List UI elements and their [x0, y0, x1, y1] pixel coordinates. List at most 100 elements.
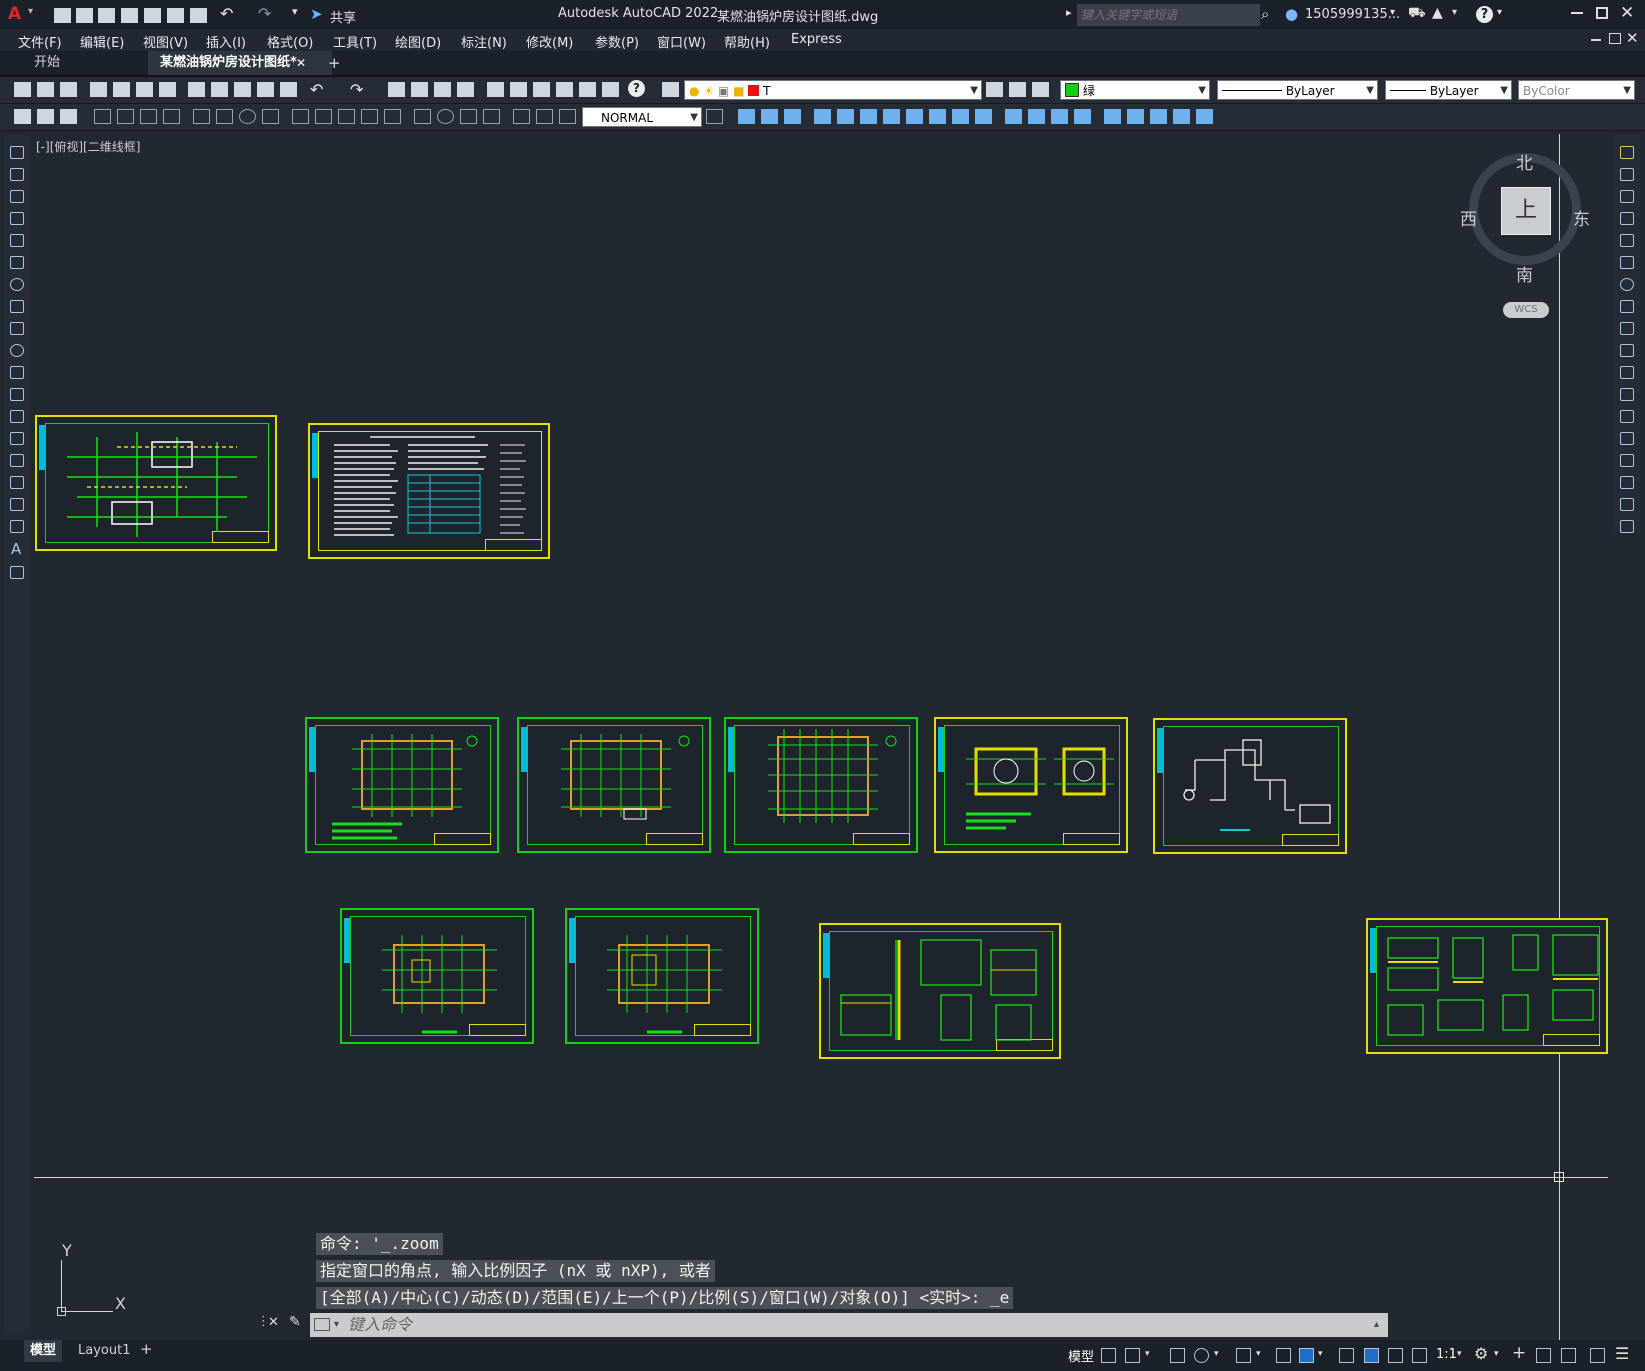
menu-express[interactable]: Express: [791, 32, 842, 47]
zoom-previous-icon[interactable]: [457, 82, 474, 97]
array-side-icon[interactable]: [1620, 234, 1634, 247]
publish-toolbar-icon[interactable]: [136, 82, 153, 97]
menu-file[interactable]: 文件(F): [18, 32, 62, 51]
diameter-icon[interactable]: [239, 109, 256, 124]
doc-restore-icon[interactable]: [1609, 33, 1621, 44]
help-toolbar-icon[interactable]: ?: [628, 80, 645, 97]
app-menu-chevron-icon[interactable]: ▾: [28, 6, 33, 17]
menu-view[interactable]: 视图(V): [143, 32, 188, 51]
menu-parametric[interactable]: 参数(P): [595, 32, 639, 51]
workspace-gear-icon[interactable]: ⚙: [1474, 1344, 1488, 1363]
linetype-dropdown[interactable]: ByLayer ▼: [1217, 80, 1378, 100]
trim-side-icon[interactable]: [1620, 344, 1634, 357]
command-close-icon[interactable]: ✕: [268, 1315, 279, 1330]
print-icon[interactable]: [190, 8, 207, 23]
search-expand-icon[interactable]: ▸: [1066, 6, 1072, 19]
viewcube-top-face[interactable]: 上: [1501, 187, 1551, 235]
join-icon[interactable]: [1028, 109, 1045, 124]
join-side-icon[interactable]: [1620, 432, 1634, 445]
copy-side-icon[interactable]: [1620, 168, 1634, 181]
open-file-icon[interactable]: [76, 8, 93, 23]
doc-minimize-icon[interactable]: [1591, 39, 1601, 41]
gradient-icon[interactable]: [10, 476, 24, 489]
save-icon[interactable]: [98, 8, 115, 23]
menu-format[interactable]: 格式(O): [267, 32, 313, 51]
fillet-icon[interactable]: [1074, 109, 1091, 124]
multiline-text-icon[interactable]: A: [11, 540, 21, 558]
hatchedit-icon[interactable]: [1173, 109, 1190, 124]
explode-icon[interactable]: [1104, 109, 1121, 124]
pan-icon[interactable]: [388, 82, 405, 97]
annotation-scale-icon[interactable]: [1412, 1348, 1427, 1363]
trim-icon[interactable]: [952, 109, 969, 124]
share-icon[interactable]: ➤: [310, 5, 323, 23]
lineweight-dropdown[interactable]: ByLayer ▼: [1385, 80, 1512, 100]
viewport-controls[interactable]: [-][俯视][二维线框]: [36, 138, 140, 155]
arc-icon[interactable]: [10, 256, 24, 269]
search-icon[interactable]: ⌕: [1261, 5, 1269, 23]
quick-dimension-icon[interactable]: [292, 109, 309, 124]
undo-icon[interactable]: ↶: [220, 4, 233, 23]
array-icon[interactable]: [837, 109, 854, 124]
preview-icon[interactable]: [113, 82, 130, 97]
point-icon[interactable]: [10, 432, 24, 445]
viewcube-east-label[interactable]: 东: [1573, 205, 1590, 230]
osnap-chevron-icon[interactable]: ▾: [1318, 1349, 1323, 1359]
dim-edit-icon[interactable]: [513, 109, 530, 124]
redo-toolbar-icon[interactable]: ↷: [350, 80, 363, 99]
drawing-sheet-plan-5[interactable]: [565, 908, 759, 1044]
zoom-window-icon[interactable]: [434, 82, 451, 97]
zoom-realtime-icon[interactable]: [411, 82, 428, 97]
menu-edit[interactable]: 编辑(E): [80, 32, 124, 51]
attribute-icon[interactable]: [60, 109, 77, 124]
save-toolbar-icon[interactable]: [60, 82, 77, 97]
drawing-sheet-plan-4[interactable]: [340, 908, 534, 1044]
ortho-icon[interactable]: [1170, 1348, 1185, 1363]
scale-icon[interactable]: [906, 109, 923, 124]
table-icon[interactable]: [10, 520, 24, 533]
menu-insert[interactable]: 插入(I): [206, 32, 246, 51]
drawing-sheet-plan-3[interactable]: [724, 717, 918, 853]
grid-icon[interactable]: [1101, 1348, 1116, 1363]
menu-modify[interactable]: 修改(M): [526, 32, 573, 51]
customize-qat-icon[interactable]: ▾: [292, 5, 298, 18]
drawing-sheet-piping[interactable]: [1153, 718, 1347, 854]
stretch-icon[interactable]: [929, 109, 946, 124]
scale-chevron-icon[interactable]: ▾: [1457, 1349, 1462, 1359]
model-layout-tab[interactable]: 模型: [24, 1340, 63, 1362]
menu-help[interactable]: 帮助(H): [724, 32, 770, 51]
sheet-set-icon[interactable]: [556, 82, 573, 97]
user-name[interactable]: 1505999135...: [1305, 7, 1400, 22]
new-tab-icon[interactable]: +: [328, 54, 341, 72]
tool-palettes-icon[interactable]: [533, 82, 550, 97]
help-icon[interactable]: ?: [1476, 6, 1493, 23]
insert-block-icon[interactable]: [10, 388, 24, 401]
move-icon[interactable]: [860, 109, 877, 124]
drawing-sheet-notes[interactable]: [308, 423, 550, 559]
command-prompt-icon[interactable]: [314, 1318, 330, 1331]
maximize-icon[interactable]: [1596, 7, 1608, 19]
open-icon[interactable]: [37, 82, 54, 97]
help-chevron-icon[interactable]: ▾: [1497, 7, 1502, 18]
command-input-placeholder[interactable]: 键入命令: [348, 1313, 412, 1337]
app-chevron-icon[interactable]: ▾: [1452, 7, 1457, 18]
units-icon[interactable]: [1536, 1348, 1551, 1363]
construction-line-icon[interactable]: [10, 168, 24, 181]
make-block-icon[interactable]: [10, 410, 24, 423]
save-as-icon[interactable]: [121, 8, 138, 23]
dimstyle-dropdown[interactable]: NORMAL ▼: [582, 107, 702, 127]
dim-style-manager-icon[interactable]: [706, 109, 723, 124]
menu-tools[interactable]: 工具(T): [333, 32, 377, 51]
layer-manager-icon[interactable]: [662, 82, 679, 97]
explode-side-icon[interactable]: [1620, 520, 1634, 533]
copy-icon[interactable]: [211, 82, 228, 97]
stretch-side-icon[interactable]: [1620, 322, 1634, 335]
command-customize-icon[interactable]: ✎: [289, 1314, 301, 1330]
region-icon[interactable]: [10, 498, 24, 511]
jogged-linear-icon[interactable]: [483, 109, 500, 124]
line-icon[interactable]: [10, 146, 24, 159]
paste-icon[interactable]: [234, 82, 251, 97]
drawing-sheet-plan-1[interactable]: [305, 717, 499, 853]
polar-chevron-icon[interactable]: ▾: [1214, 1349, 1219, 1359]
isodraft-icon[interactable]: [1236, 1348, 1251, 1363]
